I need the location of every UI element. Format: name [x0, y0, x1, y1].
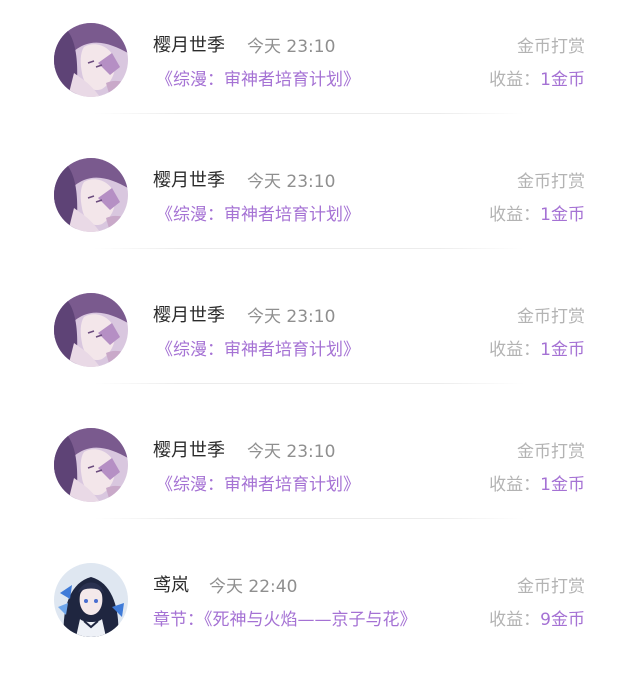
work-title-link[interactable]: 《综漫：审神者培育计划》 — [156, 200, 360, 225]
anime-avatar-icon — [54, 293, 128, 367]
anime-avatar-icon — [54, 428, 128, 502]
work-title-link[interactable]: 《综漫：审神者培育计划》 — [156, 65, 360, 90]
income-value: 1金币 — [540, 205, 585, 225]
reward-record-item[interactable]: 樱月世季 今天 23:10 金币打赏 《综漫：审神者培育计划》 收益：1金币 — [0, 270, 640, 405]
divider — [94, 383, 524, 384]
income-value: 9金币 — [540, 610, 585, 630]
income-value: 1金币 — [540, 340, 585, 360]
income-value: 1金币 — [540, 475, 585, 495]
user-avatar[interactable] — [54, 293, 128, 367]
user-avatar[interactable] — [54, 158, 128, 232]
reward-record-item[interactable]: 鸢岚 今天 22:40 金币打赏 章节：《死神与火焰——京子与花》 收益：9金币 — [0, 540, 640, 675]
reward-type: 金币打赏 — [517, 307, 585, 327]
income: 收益：1金币 — [489, 200, 585, 225]
income: 收益：1金币 — [489, 335, 585, 360]
divider — [94, 113, 524, 114]
record-time: 今天 23:10 — [247, 442, 336, 462]
user-name[interactable]: 樱月世季 — [153, 301, 225, 327]
user-name[interactable]: 鸢岚 — [153, 571, 189, 597]
reward-record-item[interactable]: 樱月世季 今天 23:10 金币打赏 《综漫：审神者培育计划》 收益：1金币 — [0, 405, 640, 540]
user-name[interactable]: 樱月世季 — [153, 31, 225, 57]
reward-type: 金币打赏 — [517, 172, 585, 192]
anime-avatar-blue-icon — [54, 563, 128, 637]
user-avatar[interactable] — [54, 563, 128, 637]
income-label: 收益： — [489, 205, 541, 225]
reward-type: 金币打赏 — [517, 577, 585, 597]
user-name[interactable]: 樱月世季 — [153, 436, 225, 462]
record-time: 今天 23:10 — [247, 307, 336, 327]
anime-avatar-icon — [54, 23, 128, 97]
record-time: 今天 23:10 — [247, 172, 336, 192]
divider — [94, 248, 524, 249]
income-label: 收益： — [489, 70, 541, 90]
divider — [94, 518, 524, 519]
income: 收益：1金币 — [489, 65, 585, 90]
record-time: 今天 22:40 — [209, 577, 298, 597]
anime-avatar-icon — [54, 158, 128, 232]
income-label: 收益： — [489, 340, 541, 360]
user-avatar[interactable] — [54, 23, 128, 97]
reward-type: 金币打赏 — [517, 442, 585, 462]
reward-type: 金币打赏 — [517, 37, 585, 57]
record-time: 今天 23:10 — [247, 37, 336, 57]
user-name[interactable]: 樱月世季 — [153, 166, 225, 192]
work-title-link[interactable]: 《综漫：审神者培育计划》 — [156, 335, 360, 360]
work-title-link[interactable]: 章节：《死神与火焰——京子与花》 — [153, 605, 417, 630]
income-label: 收益： — [489, 610, 541, 630]
reward-record-item[interactable]: 樱月世季 今天 23:10 金币打赏 《综漫：审神者培育计划》 收益：1金币 — [0, 135, 640, 270]
user-avatar[interactable] — [54, 428, 128, 502]
income-label: 收益： — [489, 475, 541, 495]
work-title-link[interactable]: 《综漫：审神者培育计划》 — [156, 470, 360, 495]
reward-record-item[interactable]: 樱月世季 今天 23:10 金币打赏 《综漫：审神者培育计划》 收益：1金币 — [0, 0, 640, 135]
income: 收益：1金币 — [489, 470, 585, 495]
income: 收益：9金币 — [489, 605, 585, 630]
income-value: 1金币 — [540, 70, 585, 90]
